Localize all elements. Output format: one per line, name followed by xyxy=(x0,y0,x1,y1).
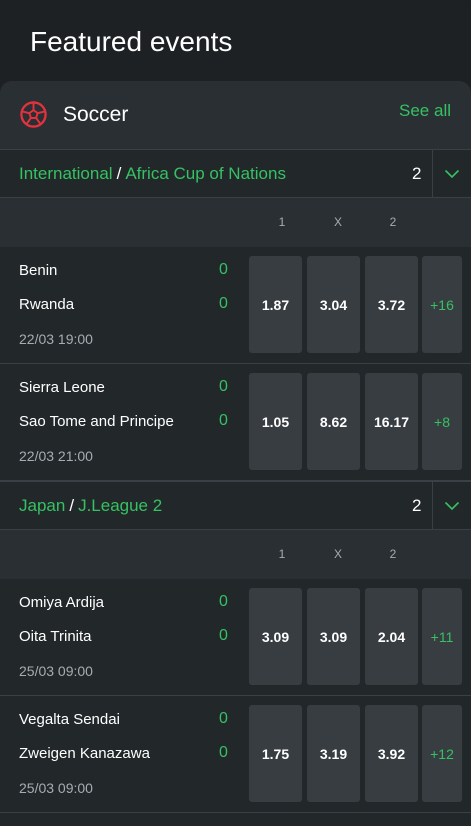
more-markets-button[interactable]: +16 xyxy=(422,256,462,353)
odds-away-button[interactable]: 2.04 xyxy=(365,588,418,685)
home-score: 0 xyxy=(219,710,228,727)
league-region-link[interactable]: Japan xyxy=(19,496,65,515)
league-region-link[interactable]: International xyxy=(19,164,113,183)
odds-home-button[interactable]: 1.75 xyxy=(249,705,302,802)
away-team: Rwanda xyxy=(19,296,75,313)
odds-away-button[interactable]: 3.92 xyxy=(365,705,418,802)
home-team: Vegalta Sendai xyxy=(19,711,120,728)
match-row[interactable]: Benin 0 Rwanda 0 22/03 19:00 1.87 3.04 3… xyxy=(0,247,471,364)
featured-events-panel: Featured events Soccer See all Internati… xyxy=(0,0,471,826)
odds-column-header: 1 X 2 xyxy=(0,198,471,247)
odds-draw-button[interactable]: 8.62 xyxy=(307,373,360,470)
match-time: 22/03 19:00 xyxy=(19,331,93,347)
column-label-away: 2 xyxy=(389,215,397,229)
home-team: Sierra Leone xyxy=(19,379,105,396)
home-score: 0 xyxy=(219,378,228,395)
odds-draw-button[interactable]: 3.04 xyxy=(307,256,360,353)
away-team: Sao Tome and Principe xyxy=(19,413,174,430)
odds-draw-button[interactable]: 3.19 xyxy=(307,705,360,802)
column-label-home: 1 xyxy=(278,215,286,229)
league-collapse-button[interactable] xyxy=(432,482,471,529)
see-all-link[interactable]: See all xyxy=(399,101,451,121)
breadcrumb-separator: / xyxy=(69,496,75,515)
odds-home-button[interactable]: 3.09 xyxy=(249,588,302,685)
page-title: Featured events xyxy=(30,26,233,57)
more-markets-button[interactable]: +8 xyxy=(422,373,462,470)
away-score: 0 xyxy=(219,627,228,644)
odds-home-button[interactable]: 1.87 xyxy=(249,256,302,353)
league-breadcrumb: International / Africa Cup of Nations xyxy=(19,164,286,184)
home-score: 0 xyxy=(219,261,228,278)
odds-draw-button[interactable]: 3.09 xyxy=(307,588,360,685)
away-score: 0 xyxy=(219,295,228,312)
column-label-away: 2 xyxy=(389,547,397,561)
breadcrumb-separator: / xyxy=(116,164,122,183)
home-team: Benin xyxy=(19,262,58,279)
odds-column-header: 1 X 2 xyxy=(0,530,471,579)
league-breadcrumb: Japan / J.League 2 xyxy=(19,496,162,516)
away-team: Zweigen Kanazawa xyxy=(19,745,150,762)
column-label-draw: X xyxy=(333,215,342,229)
odds-away-button[interactable]: 16.17 xyxy=(365,373,418,470)
odds-away-button[interactable]: 3.72 xyxy=(365,256,418,353)
column-label-draw: X xyxy=(333,547,342,561)
away-team: Oita Trinita xyxy=(19,628,92,645)
match-time: 25/03 09:00 xyxy=(19,780,93,796)
more-markets-button[interactable]: +12 xyxy=(422,705,462,802)
match-time: 22/03 21:00 xyxy=(19,448,93,464)
league-name-link[interactable]: J.League 2 xyxy=(78,496,162,515)
league-collapse-button[interactable] xyxy=(432,150,471,197)
match-row[interactable]: Omiya Ardija 0 Oita Trinita 0 25/03 09:0… xyxy=(0,579,471,696)
league-event-count: 2 xyxy=(412,496,422,515)
match-time: 25/03 09:00 xyxy=(19,663,93,679)
match-row[interactable]: Vegalta Sendai 0 Zweigen Kanazawa 0 25/0… xyxy=(0,696,471,813)
odds-home-button[interactable]: 1.05 xyxy=(249,373,302,470)
league-name-link[interactable]: Africa Cup of Nations xyxy=(125,164,286,183)
chevron-down-icon xyxy=(444,501,460,510)
league-header: Japan / J.League 2 2 xyxy=(0,481,471,530)
league-section: International / Africa Cup of Nations 2 1 … xyxy=(0,149,471,482)
more-markets-button[interactable]: +11 xyxy=(422,588,462,685)
league-header: International / Africa Cup of Nations 2 xyxy=(0,149,471,198)
home-team: Omiya Ardija xyxy=(19,594,105,611)
match-row[interactable]: Sierra Leone 0 Sao Tome and Principe 0 2… xyxy=(0,364,471,481)
league-section: Japan / J.League 2 2 1 X 2 Omiya Ardija 0 … xyxy=(0,481,471,826)
sport-card: Soccer See all International / Africa Cup … xyxy=(0,81,471,826)
sport-header: Soccer See all xyxy=(0,81,471,149)
column-label-home: 1 xyxy=(278,547,286,561)
sport-name: Soccer xyxy=(63,103,129,126)
league-event-count: 2 xyxy=(412,164,422,183)
chevron-down-icon xyxy=(444,169,460,178)
home-score: 0 xyxy=(219,593,228,610)
soccer-ball-icon xyxy=(20,101,47,128)
away-score: 0 xyxy=(219,744,228,761)
away-score: 0 xyxy=(219,412,228,429)
